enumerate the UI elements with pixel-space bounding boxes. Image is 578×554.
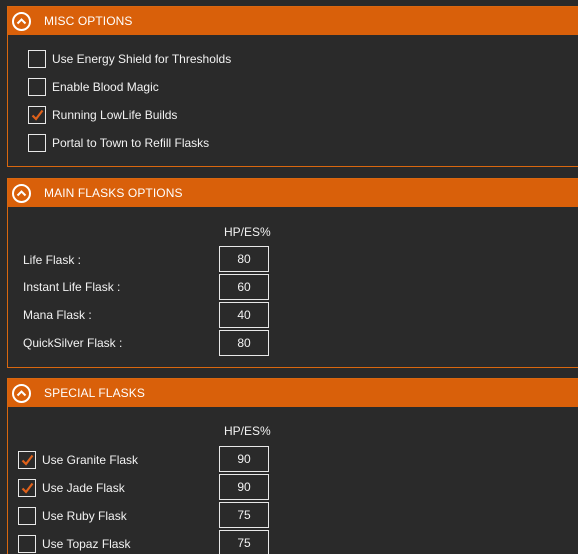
checkbox-box[interactable]: [28, 134, 46, 152]
granite-flask-input[interactable]: [219, 446, 269, 472]
checkbox-label: Use Topaz Flask: [42, 537, 131, 551]
main-flasks-header: MAIN FLASKS OPTIONS: [8, 179, 578, 207]
checkbox-label: Running LowLife Builds: [52, 108, 178, 122]
checkmark-icon: [21, 454, 34, 466]
chevron-up-icon: [16, 190, 27, 197]
hp-es-column-header: HP/ES%: [224, 225, 271, 239]
checkbox-label: Enable Blood Magic: [52, 80, 159, 94]
topaz-flask-input[interactable]: [219, 530, 269, 554]
ruby-flask-input[interactable]: [219, 502, 269, 528]
main-flasks-title: MAIN FLASKS OPTIONS: [44, 186, 183, 200]
quicksilver-flask-label: QuickSilver Flask :: [23, 336, 123, 350]
checkbox-portal-refill[interactable]: Portal to Town to Refill Flasks: [28, 134, 209, 152]
chevron-up-icon: [16, 390, 27, 397]
special-flasks-header: SPECIAL FLASKS: [8, 379, 578, 407]
collapse-misc-button[interactable]: [12, 11, 31, 31]
misc-options-header: MISC OPTIONS: [8, 7, 578, 35]
life-flask-label: Life Flask :: [23, 253, 82, 267]
instant-life-flask-label: Instant Life Flask :: [23, 280, 121, 294]
checkbox-label: Portal to Town to Refill Flasks: [52, 136, 210, 150]
checkbox-box[interactable]: [18, 507, 36, 525]
misc-options-title: MISC OPTIONS: [44, 14, 133, 28]
checkbox-lowlife-builds[interactable]: Running LowLife Builds: [28, 106, 177, 124]
jade-flask-input[interactable]: [219, 474, 269, 500]
special-hp-es-column-header: HP/ES%: [224, 424, 271, 438]
checkbox-jade-flask[interactable]: Use Jade Flask: [18, 479, 125, 497]
checkbox-box[interactable]: [18, 451, 36, 469]
chevron-up-icon: [16, 18, 27, 25]
checkbox-label: Use Energy Shield for Thresholds: [52, 52, 232, 66]
checkbox-label: Use Granite Flask: [42, 453, 139, 467]
collapse-main-flasks-button[interactable]: [12, 183, 31, 203]
special-flasks-title: SPECIAL FLASKS: [44, 386, 145, 400]
checkmark-icon: [21, 482, 34, 494]
checkbox-label: Use Jade Flask: [42, 481, 125, 495]
checkbox-box[interactable]: [28, 78, 46, 96]
checkbox-box[interactable]: [18, 479, 36, 497]
checkbox-granite-flask[interactable]: Use Granite Flask: [18, 451, 138, 469]
collapse-special-flasks-button[interactable]: [12, 383, 31, 403]
instant-life-flask-input[interactable]: [219, 274, 269, 300]
checkbox-ruby-flask[interactable]: Use Ruby Flask: [18, 507, 127, 525]
mana-flask-input[interactable]: [219, 302, 269, 328]
mana-flask-label: Mana Flask :: [23, 308, 92, 322]
quicksilver-flask-input[interactable]: [219, 330, 269, 356]
checkbox-box[interactable]: [18, 535, 36, 553]
checkbox-topaz-flask[interactable]: Use Topaz Flask: [18, 535, 130, 553]
life-flask-input[interactable]: [219, 246, 269, 272]
checkbox-box[interactable]: [28, 106, 46, 124]
checkbox-blood-magic[interactable]: Enable Blood Magic: [28, 78, 159, 96]
checkbox-box[interactable]: [28, 50, 46, 68]
checkmark-icon: [31, 109, 44, 121]
checkbox-label: Use Ruby Flask: [42, 509, 127, 523]
checkbox-energy-shield-thresholds[interactable]: Use Energy Shield for Thresholds: [28, 50, 231, 68]
